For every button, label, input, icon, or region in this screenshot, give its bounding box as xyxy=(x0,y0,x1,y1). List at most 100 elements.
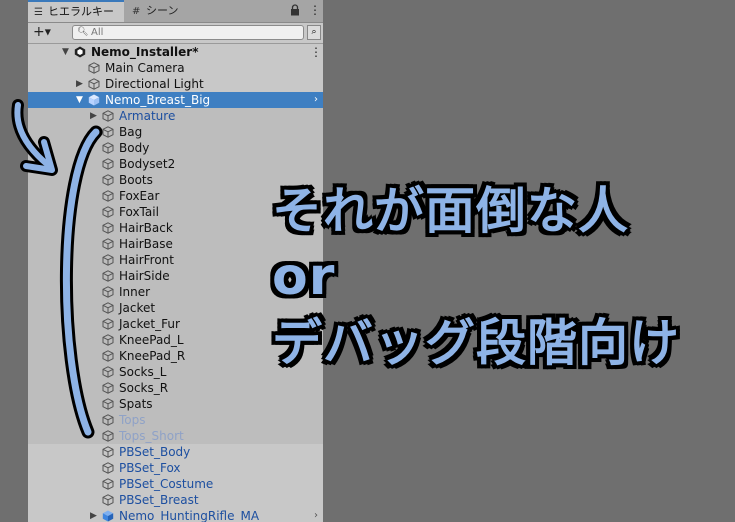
gameobject-icon xyxy=(102,478,114,490)
annotation-line-1: それが面倒な人 xyxy=(272,182,629,240)
tab-scene[interactable]: # シーン xyxy=(126,0,216,22)
hierarchy-row[interactable]: ▼ Nemo_Installer* ⋮ xyxy=(28,44,323,60)
annotation-line-3: デバッグ段階向け xyxy=(272,314,680,372)
gameobject-icon xyxy=(102,222,114,234)
gameobject-icon xyxy=(102,238,114,250)
collapse-arrow-icon[interactable]: ▶ xyxy=(90,508,100,522)
gameobject-icon xyxy=(102,494,114,506)
hierarchy-row-label: Nemo_HuntingRifle_MA xyxy=(119,509,260,522)
gameobject-icon xyxy=(102,206,114,218)
chevron-down-icon: ▼ xyxy=(44,27,51,37)
hierarchy-row-label: Socks_L xyxy=(119,365,167,379)
add-button-label: + xyxy=(33,24,45,40)
collapse-arrow-icon[interactable]: ▶ xyxy=(76,76,86,92)
more-menu-icon[interactable]: ⋮ xyxy=(309,3,321,17)
prefab-icon xyxy=(102,510,114,522)
hierarchy-row[interactable]: Tops_Short xyxy=(28,428,323,444)
gameobject-icon xyxy=(102,142,114,154)
gameobject-icon xyxy=(88,62,100,74)
gameobject-icon xyxy=(102,334,114,346)
gameobject-icon xyxy=(102,254,114,266)
gameobject-icon xyxy=(102,286,114,298)
prefab-icon xyxy=(88,94,100,106)
search-placeholder: All xyxy=(91,27,104,38)
hierarchy-row[interactable]: ▶ Directional Light xyxy=(28,76,323,92)
hierarchy-row-label: Armature xyxy=(119,109,176,123)
hierarchy-row-label: Nemo_Installer* xyxy=(91,45,199,59)
hierarchy-row[interactable]: Tops xyxy=(28,412,323,428)
hierarchy-row-label: FoxEar xyxy=(119,189,160,203)
gameobject-icon xyxy=(102,446,114,458)
chevron-right-icon[interactable]: › xyxy=(314,92,318,108)
hierarchy-row-label: HairBack xyxy=(119,221,173,235)
hierarchy-row-label: HairSide xyxy=(119,269,170,283)
hierarchy-row-label: KneePad_L xyxy=(119,333,184,347)
gameobject-icon xyxy=(102,110,114,122)
hierarchy-row-label: Tops_Short xyxy=(119,429,184,443)
gameobject-icon xyxy=(102,302,114,314)
gameobject-icon xyxy=(102,190,114,202)
hierarchy-row[interactable]: Body xyxy=(28,140,323,156)
filter-icon: ⌕ xyxy=(311,27,317,37)
hierarchy-row-label: HairFront xyxy=(119,253,174,267)
tab-hierarchy[interactable]: ☰ ヒエラルキー xyxy=(28,0,124,22)
gameobject-icon xyxy=(102,126,114,138)
scene-menu-icon[interactable]: ⋮ xyxy=(310,44,322,60)
hierarchy-row[interactable]: ▶ Nemo_HuntingRifle_MA › xyxy=(28,508,323,522)
gameobject-icon xyxy=(102,318,114,330)
hierarchy-row-label: FoxTail xyxy=(119,205,159,219)
scene-filter-button[interactable]: ⌕ xyxy=(307,25,321,40)
hierarchy-row[interactable]: PBSet_Body xyxy=(28,444,323,460)
hierarchy-row-label: Boots xyxy=(119,173,153,187)
hierarchy-row[interactable]: Bag xyxy=(28,124,323,140)
expand-arrow-icon[interactable]: ▼ xyxy=(62,44,72,60)
hierarchy-row-label: KneePad_R xyxy=(119,349,186,363)
hierarchy-row[interactable]: Main Camera xyxy=(28,60,323,76)
tab-hierarchy-label: ヒエラルキー xyxy=(48,5,114,18)
hierarchy-row-label: Jacket_Fur xyxy=(119,317,180,331)
hierarchy-row[interactable]: Spats xyxy=(28,396,323,412)
hierarchy-row-label: Nemo_Breast_Big xyxy=(105,93,211,107)
hierarchy-row[interactable]: PBSet_Fox xyxy=(28,460,323,476)
hierarchy-row[interactable]: ▶ Armature xyxy=(28,108,323,124)
gameobject-icon xyxy=(102,174,114,186)
hierarchy-row-label: Socks_R xyxy=(119,381,169,395)
add-button[interactable]: +▼ xyxy=(33,24,59,40)
gameobject-icon xyxy=(102,350,114,362)
hierarchy-row[interactable]: PBSet_Costume xyxy=(28,476,323,492)
gameobject-icon xyxy=(102,382,114,394)
gameobject-icon xyxy=(102,158,114,170)
tab-scene-label: シーン xyxy=(146,4,179,17)
tab-bar: ☰ ヒエラルキー # シーン ⋮ xyxy=(28,0,323,23)
hierarchy-row-label: Spats xyxy=(119,397,153,411)
lock-icon[interactable] xyxy=(290,4,300,16)
gameobject-icon xyxy=(102,414,114,426)
hierarchy-toolbar: +▼ 🔍︎ All ⌕ xyxy=(28,23,323,44)
collapse-arrow-icon[interactable]: ▶ xyxy=(90,108,100,124)
hierarchy-row[interactable]: Bodyset2 xyxy=(28,156,323,172)
search-icon: 🔍︎ xyxy=(77,27,89,37)
gameobject-icon xyxy=(102,366,114,378)
annotation-line-2: or xyxy=(272,247,336,307)
search-input[interactable]: 🔍︎ All xyxy=(72,25,304,40)
unity-scene-icon xyxy=(74,46,86,58)
expand-arrow-icon[interactable]: ▼ xyxy=(76,92,86,108)
hierarchy-row[interactable]: PBSet_Breast xyxy=(28,492,323,508)
hierarchy-row-label: PBSet_Breast xyxy=(119,493,199,507)
hierarchy-row-label: Body xyxy=(119,141,150,155)
hierarchy-row-label: PBSet_Fox xyxy=(119,461,181,475)
hierarchy-row-label: PBSet_Costume xyxy=(119,477,214,491)
hierarchy-row[interactable]: ▼ Nemo_Breast_Big › xyxy=(28,92,323,108)
hierarchy-row-label: Main Camera xyxy=(105,61,185,75)
scene-icon: # xyxy=(132,6,141,17)
gameobject-icon xyxy=(88,78,100,90)
annotation-text: それが面倒な人 or デバッグ段階向け xyxy=(272,178,732,376)
hierarchy-row[interactable]: Socks_R xyxy=(28,380,323,396)
chevron-right-icon[interactable]: › xyxy=(314,508,318,522)
gameobject-icon xyxy=(102,430,114,442)
hierarchy-row-label: Inner xyxy=(119,285,151,299)
gameobject-icon xyxy=(102,398,114,410)
hierarchy-row-label: PBSet_Body xyxy=(119,445,191,459)
hierarchy-row-label: HairBase xyxy=(119,237,173,251)
gameobject-icon xyxy=(102,462,114,474)
